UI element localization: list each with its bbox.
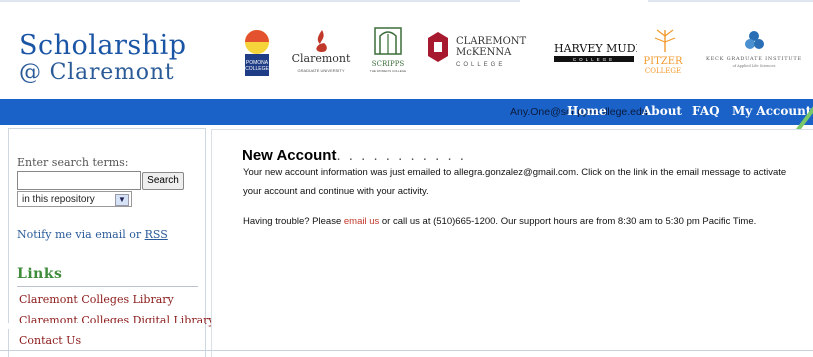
svg-text:COLLEGE: COLLEGE — [245, 66, 269, 72]
search-scope-select[interactable]: in this repository ▼ — [17, 191, 132, 207]
nav-home[interactable]: Home — [567, 104, 607, 118]
svg-text:COLLEGE: COLLEGE — [573, 57, 615, 62]
college-logo-scripps[interactable]: SCRIPPS THE WOMEN'S COLLEGE — [366, 26, 416, 81]
svg-text:HARVEY MUDD: HARVEY MUDD — [554, 42, 637, 55]
notify-text: Notify me via email or RSS — [17, 228, 168, 241]
header-top-rule — [0, 0, 520, 2]
logo-line1: Scholarship — [19, 30, 187, 61]
confirmation-message: Your new account information was just em… — [243, 167, 787, 197]
page-title: New Account. . . . . . . . . . . — [242, 147, 466, 164]
college-logo-cgu[interactable]: Claremont GRADUATE UNIVERSITY — [286, 26, 356, 81]
college-logos: POMONA COLLEGE Claremont GRADUATE UNIVER… — [236, 26, 813, 81]
nav-about[interactable]: About — [642, 104, 682, 118]
title-dots: . . . . . . . . . . . — [336, 147, 466, 164]
college-logo-pomona[interactable]: POMONA COLLEGE — [236, 26, 278, 81]
page-title-text: New Account — [242, 147, 337, 164]
support-text-before: Having trouble? Please — [243, 216, 344, 227]
chevron-down-icon[interactable]: ▼ — [115, 194, 129, 206]
links-divider — [17, 286, 198, 287]
svg-text:McKENNA: McKENNA — [456, 47, 512, 58]
svg-text:of Applied Life Sciences: of Applied Life Sciences — [733, 64, 776, 68]
top-navbar: Any.One@scrippscollege.edu Home About FA… — [0, 99, 813, 125]
svg-text:PITZER: PITZER — [643, 56, 683, 67]
cgu-flame-icon: Claremont GRADUATE UNIVERSITY — [292, 30, 351, 73]
college-logo-cmc[interactable]: CLAREMONT McKENNA COLLEGE — [422, 26, 542, 81]
support-text-after: or call us at (510)665-1200. Our support… — [379, 216, 757, 227]
link-contact-us[interactable]: Contact Us — [19, 334, 81, 347]
email-us-link[interactable]: email us — [344, 216, 379, 227]
link-claremont-colleges-library[interactable]: Claremont Colleges Library — [19, 293, 174, 306]
logo-line2: @ Claremont — [19, 60, 175, 85]
svg-text:THE WOMEN'S COLLEGE: THE WOMEN'S COLLEGE — [370, 69, 406, 73]
svg-text:KECK GRADUATE INSTITUTE: KECK GRADUATE INSTITUTE — [706, 56, 802, 62]
pitzer-tree-icon: PITZER COLLEGE — [643, 29, 683, 75]
college-logo-pitzer[interactable]: PITZER COLLEGE — [641, 26, 691, 81]
sidebar-clip — [0, 323, 205, 329]
nav-faq[interactable]: FAQ — [692, 104, 720, 118]
college-logo-harvey-mudd[interactable]: HARVEY MUDD COLLEGE — [552, 26, 645, 81]
college-logo-kgi[interactable]: KECK GRADUATE INSTITUTE of Applied Life … — [694, 26, 813, 81]
search-scope-value: in this repository — [22, 194, 95, 205]
rss-link[interactable]: RSS — [145, 228, 168, 241]
pomona-seal-icon: POMONA COLLEGE — [245, 30, 269, 76]
svg-text:COLLEGE: COLLEGE — [456, 62, 505, 68]
search-button[interactable]: Search — [142, 172, 184, 190]
site-logo[interactable]: Scholarship @ Claremont — [19, 32, 187, 86]
header-top-rule-right — [648, 0, 813, 2]
search-label: Enter search terms: — [17, 156, 129, 169]
scripps-arch-icon: SCRIPPS THE WOMEN'S COLLEGE — [370, 27, 406, 73]
kgi-molecule-icon: KECK GRADUATE INSTITUTE of Applied Life … — [706, 31, 802, 68]
cmc-crest-icon: CLAREMONT McKENNA COLLEGE — [428, 32, 527, 68]
svg-text:COLLEGE: COLLEGE — [645, 67, 681, 75]
svg-text:CLAREMONT: CLAREMONT — [456, 36, 527, 47]
harvey-mudd-wordmark-icon: HARVEY MUDD COLLEGE — [554, 42, 645, 62]
svg-text:SCRIPPS: SCRIPPS — [372, 60, 405, 68]
notify-prefix: Notify me via email or — [17, 228, 145, 241]
svg-text:GRADUATE UNIVERSITY: GRADUATE UNIVERSITY — [297, 68, 344, 73]
support-message: Having trouble? Please email us or call … — [243, 212, 803, 231]
search-input[interactable] — [17, 171, 141, 190]
svg-text:Claremont: Claremont — [292, 52, 351, 65]
links-heading: Links — [17, 266, 63, 282]
bottom-border — [0, 350, 813, 351]
